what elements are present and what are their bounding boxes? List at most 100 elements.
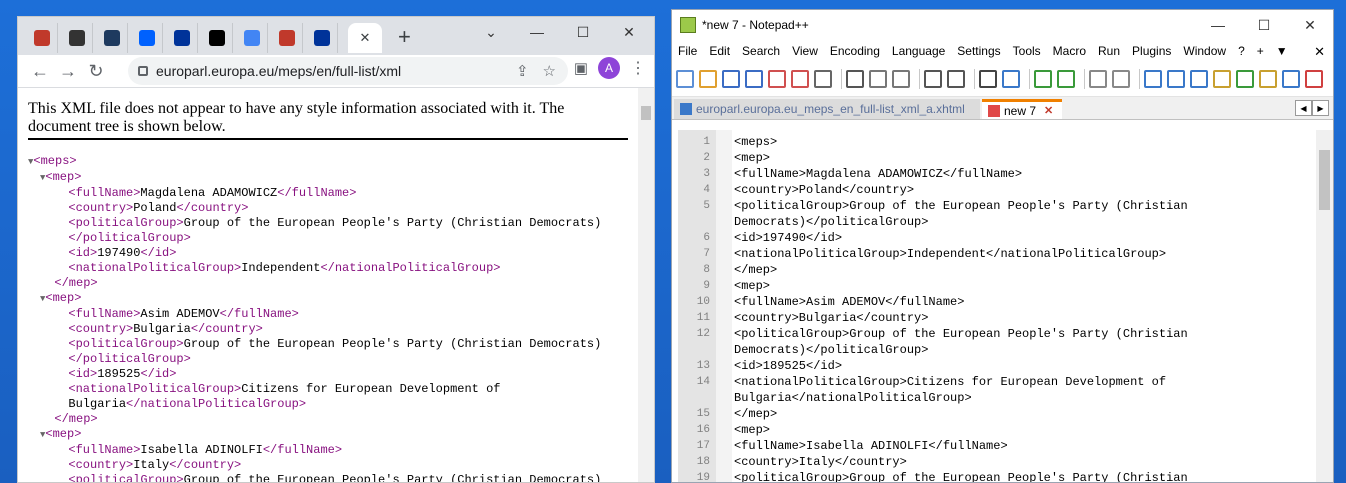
- scrollbar-thumb[interactable]: [641, 106, 651, 120]
- code-line: 10 <fullName>Asim ADEMOV</fullName>: [678, 294, 1315, 310]
- chrome-tab-strip: ✕ + ⌄ — ☐ ✕: [18, 17, 654, 55]
- close-doc-icon[interactable]: ✕: [1314, 44, 1325, 60]
- zoom-in-icon[interactable]: [1034, 70, 1052, 88]
- profile-avatar[interactable]: A: [598, 57, 620, 79]
- browser-tab[interactable]: [61, 23, 93, 53]
- tab-scroll-right-button[interactable]: ▶: [1312, 100, 1329, 116]
- browser-tab[interactable]: [166, 23, 198, 53]
- code-text[interactable]: 1 <meps> 2 <mep> 3 <fullName>Magdalena ADAMOW…: [678, 134, 1315, 482]
- editor-area[interactable]: 1 <meps> 2 <mep> 3 <fullName>Magdalena ADAMOW…: [678, 130, 1315, 482]
- browser-tab[interactable]: [26, 23, 58, 53]
- side-panel-icon[interactable]: ▣: [574, 59, 588, 77]
- saved-file-icon: [680, 103, 692, 115]
- browser-tab[interactable]: [236, 23, 268, 53]
- menu-item[interactable]: Window: [1183, 44, 1226, 58]
- wrap-icon[interactable]: [1144, 70, 1162, 88]
- paste-icon[interactable]: [892, 70, 910, 88]
- browser-tab[interactable]: [271, 23, 303, 53]
- record-icon[interactable]: [1305, 70, 1323, 88]
- close-all-icon[interactable]: [791, 70, 809, 88]
- find-icon[interactable]: [979, 70, 997, 88]
- new-file-icon[interactable]: [676, 70, 694, 88]
- line-number: 3: [703, 168, 710, 180]
- tab-inactive[interactable]: europarl.europa.eu_meps_en_full-list_xml…: [674, 99, 980, 119]
- menu-item[interactable]: Macro: [1053, 44, 1086, 58]
- tab-scroll-left-button[interactable]: ◀: [1295, 100, 1312, 116]
- close-window-button[interactable]: ✕: [1287, 10, 1333, 40]
- browser-tab[interactable]: [96, 23, 128, 53]
- close-tab-icon[interactable]: ✕: [360, 30, 371, 46]
- menu-item[interactable]: ?: [1238, 44, 1245, 58]
- all-chars-icon[interactable]: [1167, 70, 1185, 88]
- sync-h-icon[interactable]: [1112, 70, 1130, 88]
- save-icon[interactable]: [722, 70, 740, 88]
- print-icon[interactable]: [814, 70, 832, 88]
- address-bar[interactable]: europarl.europa.eu/meps/en/full-list/xml…: [128, 57, 568, 85]
- redo-icon[interactable]: [947, 70, 965, 88]
- line-text: <fullName>Isabella ADINOLFI</fullName>: [734, 439, 1008, 453]
- maximize-button[interactable]: ☐: [1241, 10, 1287, 40]
- xml-value: Bulgaria: [68, 397, 127, 411]
- browser-tab[interactable]: [131, 23, 163, 53]
- menu-item[interactable]: Tools: [1013, 44, 1041, 58]
- menu-item[interactable]: ▼: [1276, 44, 1288, 58]
- tab-search-icon[interactable]: ⌄: [468, 17, 514, 47]
- url-text[interactable]: europarl.europa.eu/meps/en/full-list/xml: [156, 63, 401, 79]
- line-number: 18: [696, 456, 710, 468]
- editor-scrollbar[interactable]: [1316, 130, 1333, 482]
- maximize-button[interactable]: ☐: [560, 17, 606, 47]
- xml-line: Bulgaria</nationalPoliticalGroup>: [28, 397, 638, 412]
- copy-icon[interactable]: [869, 70, 887, 88]
- back-button[interactable]: ←: [26, 57, 54, 85]
- reload-button[interactable]: ↻: [82, 57, 110, 85]
- minimize-button[interactable]: —: [514, 17, 560, 47]
- xml-tag: </id>: [140, 367, 177, 381]
- save-all-icon[interactable]: [745, 70, 763, 88]
- eu-flag-icon: [173, 30, 190, 46]
- bookmark-star-icon[interactable]: ☆: [543, 62, 556, 80]
- folder-icon[interactable]: [1259, 70, 1277, 88]
- scrollbar-thumb[interactable]: [1319, 150, 1330, 210]
- browser-tab[interactable]: [306, 23, 338, 53]
- undo-icon[interactable]: [924, 70, 942, 88]
- close-tab-icon[interactable]: ✕: [1044, 104, 1053, 117]
- xml-tag: </politicalGroup>: [68, 352, 191, 366]
- menu-item[interactable]: View: [792, 44, 818, 58]
- menu-item[interactable]: Run: [1098, 44, 1120, 58]
- indent-guide-icon[interactable]: [1190, 70, 1208, 88]
- page-scrollbar[interactable]: [638, 88, 654, 482]
- tab-active[interactable]: new 7 ✕: [982, 99, 1062, 119]
- browser-tab[interactable]: [201, 23, 233, 53]
- menu-item[interactable]: Settings: [957, 44, 1000, 58]
- close-window-button[interactable]: ✕: [606, 17, 652, 47]
- toolbar-separator: [919, 69, 920, 89]
- doc-map-icon[interactable]: [1213, 70, 1231, 88]
- new-tab-button[interactable]: +: [398, 25, 411, 49]
- open-file-icon[interactable]: [699, 70, 717, 88]
- menu-kebab-icon[interactable]: ⋮: [630, 58, 646, 78]
- sync-v-icon[interactable]: [1089, 70, 1107, 88]
- xml-value: Poland: [133, 201, 177, 215]
- forward-button[interactable]: →: [54, 57, 82, 85]
- active-tab[interactable]: ✕: [348, 23, 382, 53]
- close-icon[interactable]: [768, 70, 786, 88]
- cut-icon[interactable]: [846, 70, 864, 88]
- monitor-icon[interactable]: [1282, 70, 1300, 88]
- xml-tag: <country>: [68, 322, 134, 336]
- zoom-out-icon[interactable]: [1057, 70, 1075, 88]
- replace-icon[interactable]: [1002, 70, 1020, 88]
- menu-item[interactable]: Plugins: [1132, 44, 1171, 58]
- menu-item[interactable]: Language: [892, 44, 945, 58]
- menu-item[interactable]: Encoding: [830, 44, 880, 58]
- xml-value: 189525: [97, 367, 141, 381]
- menu-item[interactable]: Edit: [709, 44, 730, 58]
- menu-item[interactable]: File: [678, 44, 697, 58]
- xml-value: Asim ADEMOV: [140, 307, 220, 321]
- menu-item[interactable]: Search: [742, 44, 780, 58]
- minimize-button[interactable]: —: [1195, 10, 1241, 40]
- window-title: *new 7 - Notepad++: [702, 18, 809, 32]
- app-icon: [103, 30, 120, 46]
- share-icon[interactable]: ⇪: [516, 62, 529, 80]
- function-list-icon[interactable]: [1236, 70, 1254, 88]
- menu-item[interactable]: +: [1257, 44, 1264, 58]
